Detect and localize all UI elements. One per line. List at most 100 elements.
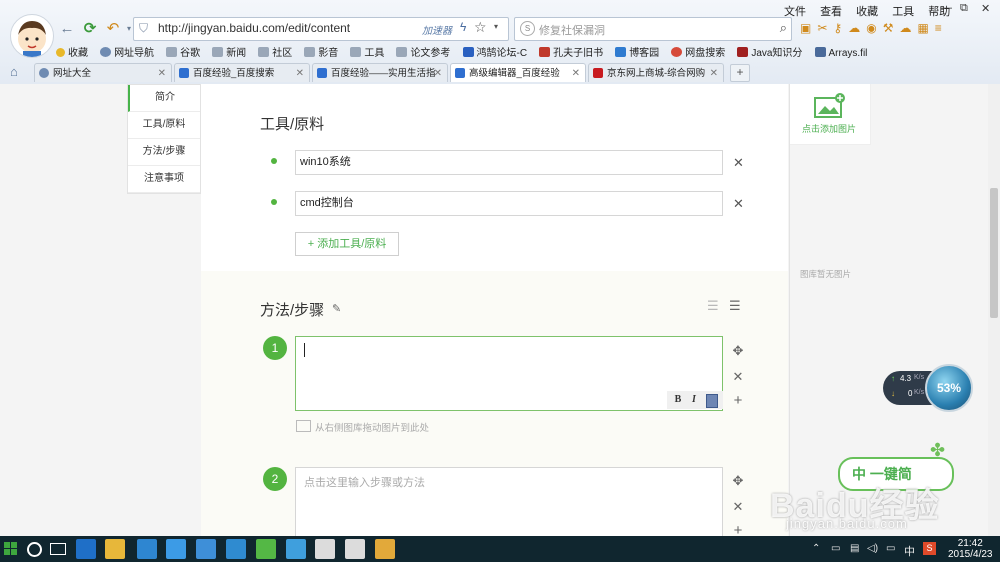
wrench-icon[interactable]: ⚒ xyxy=(883,21,900,35)
store-icon[interactable] xyxy=(137,539,157,559)
ordered-list-icon[interactable]: ☰ xyxy=(707,298,719,314)
task-view-icon[interactable] xyxy=(50,543,66,555)
bookmark-item[interactable]: 博客园 xyxy=(615,44,659,59)
remove-tool-icon[interactable]: ✕ xyxy=(733,196,744,212)
ie-icon[interactable] xyxy=(166,539,186,559)
clock[interactable]: 21:42 2015/4/23 xyxy=(948,538,993,560)
search-box[interactable]: S 修复社保漏洞 ⌕ xyxy=(514,17,792,41)
search-engine-icon[interactable]: S xyxy=(520,21,535,36)
remove-tool-icon[interactable]: ✕ xyxy=(733,155,744,171)
bookmark-item[interactable]: 孔夫子旧书 xyxy=(539,44,603,59)
tab-close-icon[interactable]: ✕ xyxy=(296,64,304,82)
search-icon[interactable]: ⌕ xyxy=(780,20,787,36)
step-text-editor[interactable]: B I xyxy=(295,336,723,411)
app-icon-4[interactable] xyxy=(315,539,335,559)
grid-icon[interactable]: ▦ xyxy=(917,21,934,35)
add-step-icon[interactable]: + xyxy=(731,522,745,536)
delete-step-icon[interactable]: ✕ xyxy=(731,369,745,385)
add-tool-button[interactable]: + 添加工具/原料 xyxy=(295,232,399,256)
app-icon-1[interactable] xyxy=(196,539,216,559)
battery-icon[interactable]: ▭ xyxy=(831,543,840,554)
sidenav-item-tools[interactable]: 工具/原料 xyxy=(128,112,200,139)
menu-icon[interactable]: ≡ xyxy=(935,21,948,35)
new-tab-button[interactable]: + xyxy=(730,64,750,82)
italic-button[interactable]: I xyxy=(686,393,702,407)
tab-close-icon[interactable]: ✕ xyxy=(710,64,718,82)
windows-start-icon[interactable] xyxy=(4,542,17,555)
address-bar[interactable]: ⛉ http://jingyan.baidu.com/edit/content … xyxy=(133,17,509,41)
sogou-icon[interactable]: S xyxy=(923,542,936,555)
tab-close-icon[interactable]: ✕ xyxy=(158,64,166,82)
bookmark-item[interactable]: 收藏 xyxy=(56,44,88,59)
scissors-icon[interactable]: ✂ xyxy=(817,21,833,35)
restore-icon[interactable]: ⧉ xyxy=(960,2,968,15)
search-circle-icon[interactable] xyxy=(27,542,42,557)
bookmark-item[interactable]: 新闻 xyxy=(212,44,246,59)
bookmark-item[interactable]: Arrays.fil xyxy=(814,47,867,59)
volume-icon[interactable]: ◁) xyxy=(867,543,878,554)
search-input[interactable]: 修复社保漏洞 xyxy=(539,22,605,38)
cloud2-icon[interactable]: ☁ xyxy=(899,21,917,35)
menu-favorites[interactable]: 收藏 xyxy=(856,6,878,18)
bookmark-item[interactable]: 社区 xyxy=(258,44,292,59)
ime-indicator[interactable]: 中 xyxy=(904,543,915,559)
cloud-icon[interactable]: ☁ xyxy=(848,21,866,35)
menu-file[interactable]: 文件 xyxy=(784,6,806,18)
tab[interactable]: 百度经验_百度搜索 ✕ xyxy=(174,63,310,82)
address-url[interactable]: http://jingyan.baidu.com/edit/content xyxy=(158,21,350,35)
sidenav-item-notes[interactable]: 注意事项 xyxy=(128,166,200,193)
memory-ball[interactable]: 53% xyxy=(925,364,973,412)
explorer-icon[interactable] xyxy=(105,539,125,559)
bookmark-item[interactable]: 谷歌 xyxy=(166,44,200,59)
tool-item-field[interactable]: win10系统 xyxy=(295,150,723,175)
bookmark-item[interactable]: 网址导航 xyxy=(100,44,154,59)
extension-icon[interactable]: ▣ xyxy=(800,21,817,35)
app-icon-5[interactable] xyxy=(345,539,365,559)
save-icon[interactable] xyxy=(706,394,718,408)
address-dropdown-icon[interactable]: ▾ xyxy=(494,22,498,31)
photos-icon[interactable] xyxy=(286,539,306,559)
move-icon[interactable]: ✥ xyxy=(731,343,745,359)
refresh-icon[interactable]: ⟳ xyxy=(81,20,99,38)
list-icon[interactable]: ☰ xyxy=(729,298,741,314)
bold-button[interactable]: B xyxy=(670,393,686,407)
close-window-icon[interactable]: ✕ xyxy=(981,2,990,15)
minimize-icon[interactable]: — xyxy=(941,2,952,14)
sidenav-item-intro[interactable]: 简介 xyxy=(128,85,200,112)
back-icon[interactable]: ← xyxy=(58,20,76,38)
bookmark-item[interactable]: Java知识分 xyxy=(737,44,802,59)
add-step-icon[interactable]: + xyxy=(731,392,745,409)
notification-icon[interactable]: ▭ xyxy=(886,543,895,554)
bookmark-item[interactable]: 鸿鹄论坛-C xyxy=(462,44,527,59)
edit-pencil-icon[interactable]: ✎ xyxy=(332,302,341,315)
tab[interactable]: 网址大全 ✕ xyxy=(34,63,172,82)
sidenav-item-steps[interactable]: 方法/步骤 xyxy=(128,139,200,166)
weibo-icon[interactable]: ◉ xyxy=(866,21,882,35)
network-icon[interactable]: ▤ xyxy=(850,543,859,554)
scrollbar-thumb[interactable] xyxy=(990,188,998,318)
app-icon-3[interactable] xyxy=(256,539,276,559)
menu-view[interactable]: 查看 xyxy=(820,6,842,18)
tab-active[interactable]: 高级编辑器_百度经验 ✕ xyxy=(450,63,586,82)
accelerator-label[interactable]: 加速器 xyxy=(422,22,452,37)
key-icon[interactable]: ⚷ xyxy=(833,21,848,35)
move-icon[interactable]: ✥ xyxy=(731,473,745,489)
app-icon-2[interactable] xyxy=(226,539,246,559)
favorite-star-icon[interactable]: ☆ xyxy=(474,19,487,36)
outlook-icon[interactable] xyxy=(76,539,96,559)
tool-item-field[interactable]: cmd控制台 xyxy=(295,191,723,216)
app-icon-6[interactable] xyxy=(375,539,395,559)
delete-step-icon[interactable]: ✕ xyxy=(731,499,745,515)
bookmark-item[interactable]: 工具 xyxy=(350,44,384,59)
step-text-editor[interactable]: 点击这里输入步骤或方法 xyxy=(295,467,723,536)
menu-tools[interactable]: 工具 xyxy=(892,6,914,18)
lightning-icon[interactable]: ϟ xyxy=(460,20,466,34)
add-image-button[interactable]: 点击添加图片 xyxy=(790,84,871,145)
tab-close-icon[interactable]: ✕ xyxy=(572,64,580,82)
tray-up-icon[interactable]: ⌃ xyxy=(812,543,820,554)
bookmark-item[interactable]: 论文参考 xyxy=(396,44,450,59)
bookmark-item[interactable]: 网盘搜索 xyxy=(671,44,725,59)
tab[interactable]: 京东网上商城-综合网购 ✕ xyxy=(588,63,724,82)
user-avatar[interactable] xyxy=(10,14,54,58)
tab[interactable]: 百度经验——实用生活指 ✕ xyxy=(312,63,448,82)
